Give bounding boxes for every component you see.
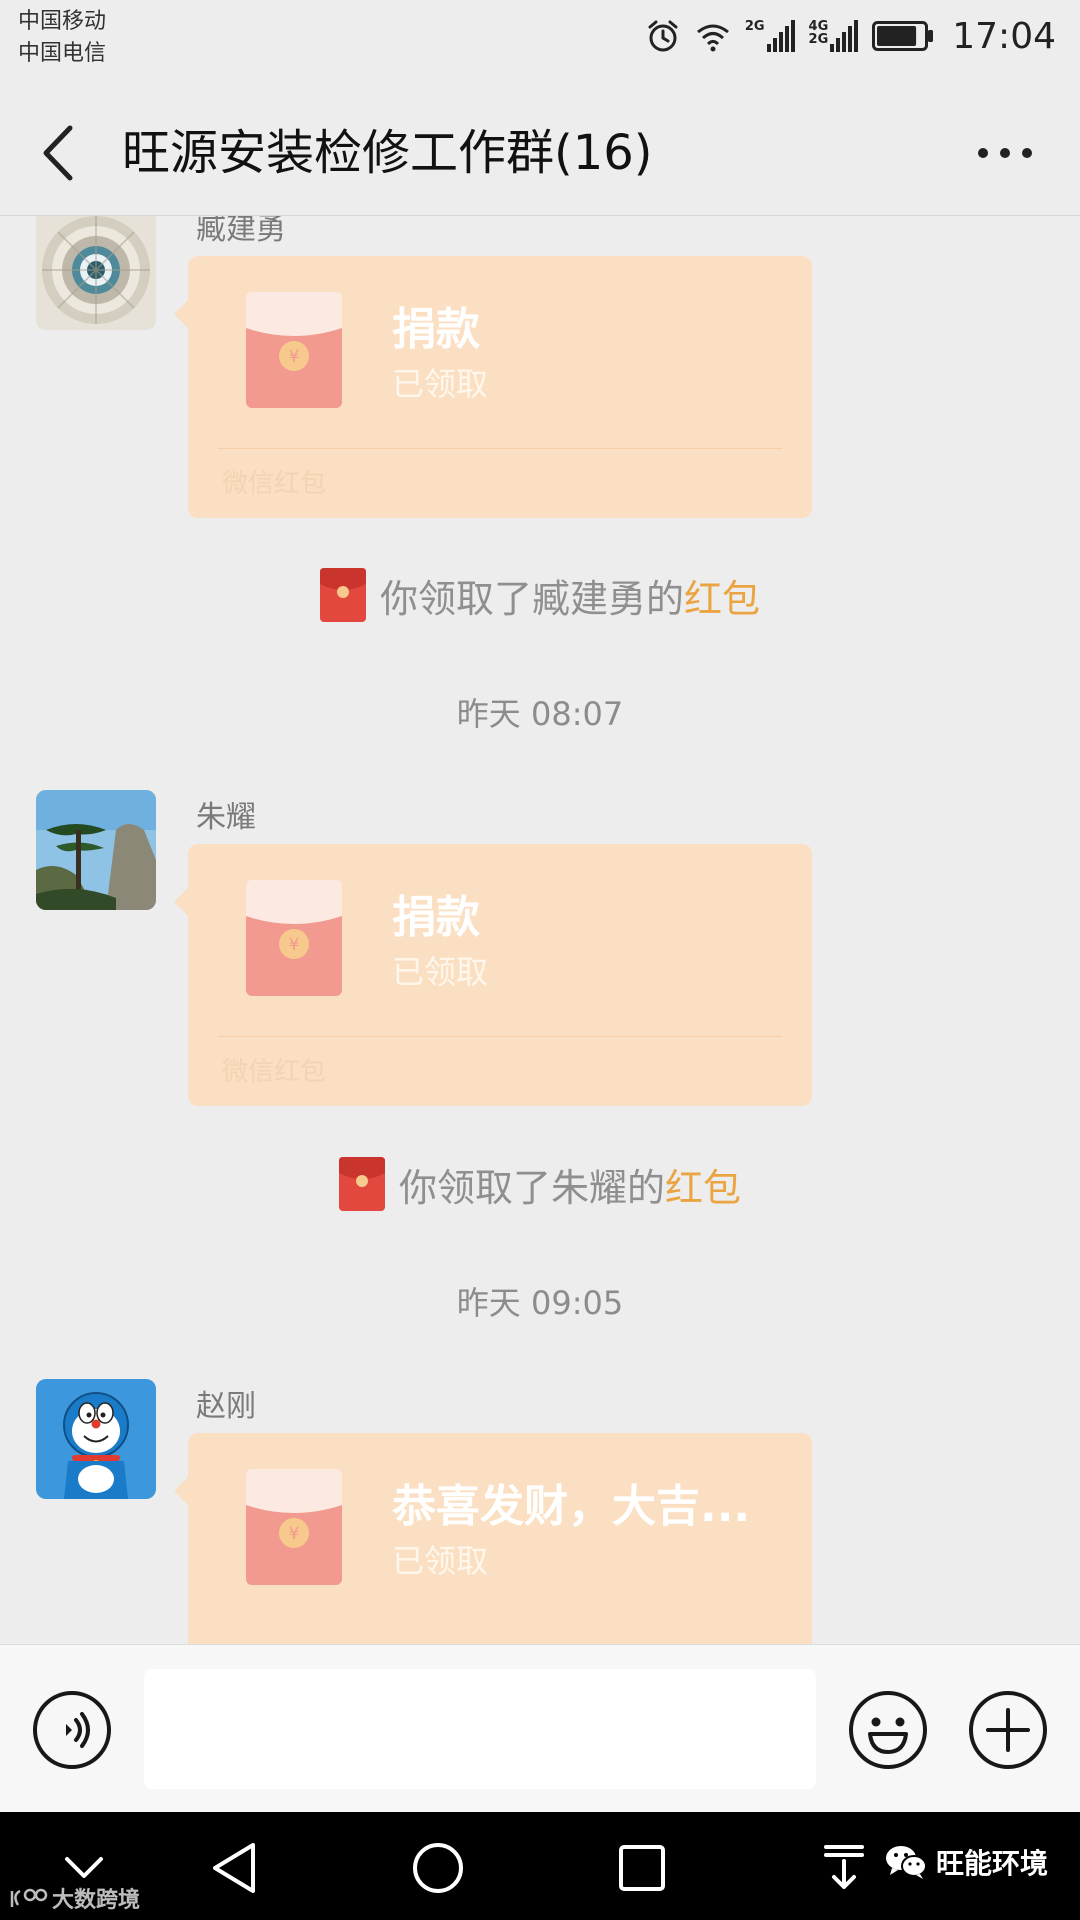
avatar-sender-1[interactable] bbox=[36, 216, 156, 330]
status-bar: 中国移动 中国电信 2G 4G 2G 17:04 bbox=[0, 0, 1080, 90]
red-packet-footer: 微信红包 bbox=[222, 469, 327, 499]
message-input[interactable] bbox=[144, 1669, 816, 1789]
red-packet-status: 已领取 bbox=[392, 365, 489, 403]
watermark-right: 旺能环境 bbox=[884, 1842, 1048, 1882]
status-icons: 2G 4G 2G 17:04 bbox=[645, 10, 1056, 62]
sender-name: 朱耀 bbox=[196, 800, 256, 835]
emoji-button[interactable] bbox=[848, 1690, 928, 1770]
nav-recents-button[interactable] bbox=[610, 1836, 674, 1900]
divider bbox=[218, 448, 782, 449]
watermark-left-text: 大数跨境 bbox=[52, 1888, 141, 1913]
back-button[interactable] bbox=[30, 118, 86, 188]
doraemon-avatar bbox=[36, 1379, 156, 1499]
divider bbox=[218, 1036, 782, 1037]
battery-icon bbox=[872, 21, 934, 51]
recents-square-icon bbox=[619, 1845, 665, 1891]
carrier-1: 中国移动 bbox=[18, 9, 107, 34]
more-dots-icon bbox=[978, 148, 1032, 158]
system-notice: 你领取了朱耀的 红包 bbox=[0, 1154, 1080, 1214]
watermark-right-text: 旺能环境 bbox=[936, 1847, 1049, 1880]
pull-down-icon bbox=[824, 1845, 864, 1889]
avatar-sender-2[interactable] bbox=[36, 790, 156, 910]
more-functions-button[interactable] bbox=[968, 1690, 1048, 1770]
red-packet-card[interactable]: ¥ 捐款 已领取 微信红包 bbox=[174, 844, 812, 1106]
spiral-staircase-avatar bbox=[36, 216, 156, 330]
status-time: 17:04 bbox=[952, 15, 1056, 57]
red-packet-title: 恭喜发财，大吉... bbox=[392, 1481, 751, 1532]
carrier-info: 中国移动 中国电信 bbox=[18, 6, 106, 70]
sender-name: 臧建勇 bbox=[196, 216, 286, 247]
signal-icon bbox=[830, 20, 859, 52]
home-circle-icon bbox=[413, 1843, 463, 1893]
red-packet-card[interactable]: ¥ 捐款 已领取 微信红包 bbox=[174, 256, 812, 518]
voice-icon bbox=[33, 1691, 111, 1769]
carrier-2: 中国电信 bbox=[18, 41, 107, 66]
avatar-sender-3[interactable] bbox=[36, 1379, 156, 1499]
collapse-icon bbox=[65, 1857, 103, 1878]
red-packet-icon bbox=[338, 1157, 385, 1211]
wechat-logo-icon bbox=[886, 1846, 927, 1879]
red-envelope-icon: ¥ bbox=[246, 292, 342, 408]
timestamp: 昨天 08:07 bbox=[456, 695, 624, 733]
system-notice-text: 你领取了朱耀的 bbox=[398, 1165, 665, 1210]
chat-area[interactable]: 臧建勇 ¥ 捐款 已领取 微信红包 你领取了臧建勇的 红包 昨天 08:07 朱… bbox=[0, 216, 1080, 1644]
red-packet-card[interactable]: ¥ 恭喜发财，大吉... 已领取 bbox=[174, 1433, 812, 1644]
red-envelope-icon: ¥ bbox=[246, 880, 342, 996]
nav-back-button[interactable] bbox=[202, 1836, 266, 1900]
red-envelope-icon: ¥ bbox=[246, 1469, 342, 1585]
sim2-network-bottom: 2G bbox=[808, 32, 829, 47]
system-notice: 你领取了臧建勇的 红包 bbox=[0, 565, 1080, 625]
red-packet-title: 捐款 bbox=[392, 304, 480, 355]
sim1-signal: 2G bbox=[745, 20, 795, 52]
red-packet-title: 捐款 bbox=[392, 892, 480, 943]
red-packet-link[interactable]: 红包 bbox=[684, 568, 760, 623]
signal-icon bbox=[766, 20, 795, 52]
chat-title: 旺源安装检修工作群(16) bbox=[122, 125, 653, 181]
sim2-signal: 4G 2G bbox=[809, 20, 859, 52]
red-packet-link[interactable]: 红包 bbox=[665, 1157, 741, 1212]
notification-pull-button[interactable] bbox=[812, 1836, 876, 1900]
watermark-left: 大数跨境 bbox=[8, 1882, 140, 1914]
wifi-icon bbox=[696, 24, 729, 52]
red-packet-footer: 微信红包 bbox=[222, 1057, 327, 1087]
svg-text:¥: ¥ bbox=[289, 1524, 300, 1544]
svg-text:¥: ¥ bbox=[289, 347, 300, 367]
plus-icon bbox=[969, 1691, 1047, 1769]
pine-mountain-avatar bbox=[36, 790, 156, 910]
watermark-logo-icon bbox=[10, 1888, 48, 1907]
emoji-icon bbox=[849, 1691, 927, 1769]
timestamp: 昨天 09:05 bbox=[456, 1284, 624, 1322]
voice-button[interactable] bbox=[32, 1690, 112, 1770]
title-bar: 旺源安装检修工作群(16) bbox=[0, 90, 1080, 216]
input-bar bbox=[0, 1644, 1080, 1812]
alarm-icon bbox=[648, 20, 678, 52]
red-packet-status: 已领取 bbox=[392, 953, 489, 991]
back-arrow-icon bbox=[43, 125, 73, 181]
sim1-network-label: 2G bbox=[744, 19, 765, 34]
red-packet-status: 已领取 bbox=[392, 1542, 489, 1580]
navigation-bar: 大数跨境 旺能环境 bbox=[0, 1812, 1080, 1920]
more-button[interactable] bbox=[970, 118, 1040, 188]
svg-text:¥: ¥ bbox=[289, 935, 300, 955]
nav-home-button[interactable] bbox=[406, 1836, 470, 1900]
back-triangle-icon bbox=[213, 1843, 255, 1893]
system-notice-text: 你领取了臧建勇的 bbox=[379, 576, 684, 621]
red-packet-icon bbox=[319, 568, 366, 622]
sender-name: 赵刚 bbox=[196, 1389, 256, 1424]
